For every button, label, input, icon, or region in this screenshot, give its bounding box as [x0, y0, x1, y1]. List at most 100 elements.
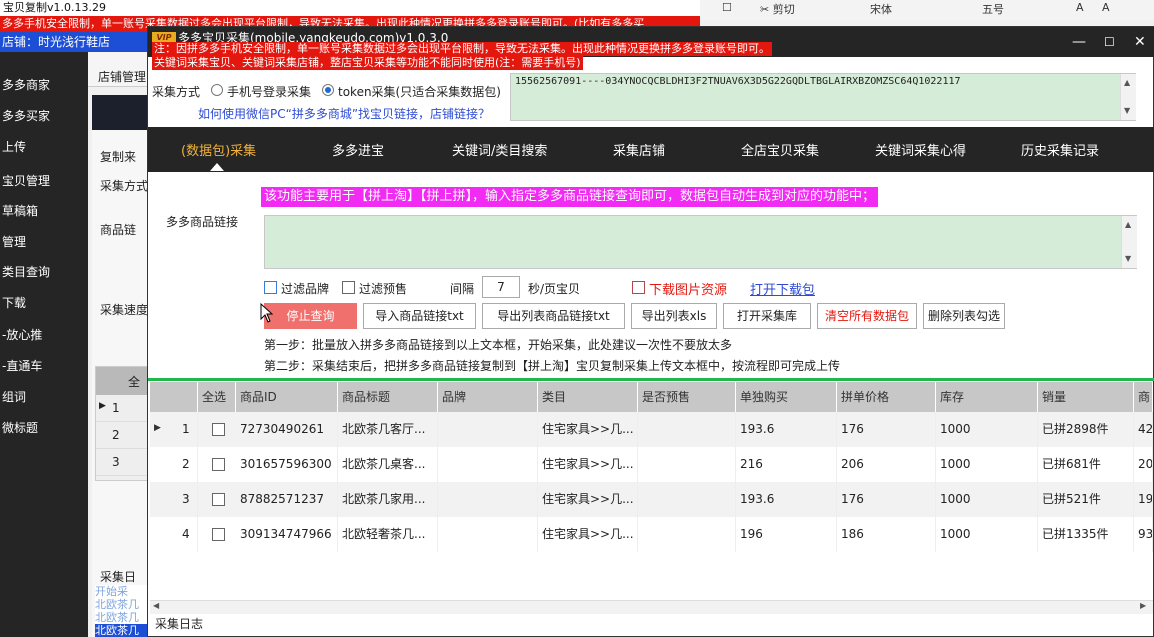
row-checkbox[interactable]	[212, 528, 225, 541]
row-number: 2	[178, 447, 198, 482]
tab-datapack-collect[interactable]: (数据包)采集	[181, 140, 256, 159]
word-size-select[interactable]: 五号	[982, 1, 1004, 17]
cell-sales: 已拼1335件	[1038, 517, 1134, 552]
clear-packs-button[interactable]: 清空所有数据包	[817, 303, 917, 329]
table-header[interactable]: 品牌	[438, 382, 538, 412]
row-pointer-icon: ▶	[154, 423, 161, 433]
cell-group-price: 186	[837, 517, 936, 552]
bg-sidebar-item[interactable]: 类目查询	[2, 263, 50, 280]
table-header[interactable]: 单独购买	[736, 382, 837, 412]
bg-sidebar-item[interactable]: 微标题	[2, 419, 38, 436]
filter-brand-checkbox[interactable]	[264, 281, 277, 294]
maximize-button[interactable]: ☐	[1104, 35, 1115, 49]
product-link-input[interactable]	[264, 215, 1137, 269]
bg-sidebar-item[interactable]: 宝贝管理	[2, 172, 50, 189]
cell-extra: 19	[1134, 482, 1153, 517]
scroll-left-icon[interactable]: ◀	[153, 601, 159, 610]
scroll-up-icon[interactable]: ▲	[1125, 220, 1131, 229]
word-toolbar: ☐ ✂ 剪切 宋体 五号 A A	[700, 0, 1154, 20]
bg-grid-row-num: 3	[112, 455, 120, 469]
close-button[interactable]: ✕	[1134, 35, 1146, 49]
tab-collect-shop[interactable]: 采集店铺	[613, 140, 665, 159]
radio-token-label[interactable]: token采集(只适合采集数据包)	[338, 83, 501, 100]
table-row[interactable]: 2	[96, 422, 149, 449]
tab-whole-shop[interactable]: 全店宝贝采集	[741, 140, 819, 159]
scroll-up-icon[interactable]: ▲	[1124, 78, 1130, 87]
bg-grid-row-num: 2	[112, 428, 120, 442]
link-scrollbar[interactable]: ▲ ▼	[1121, 216, 1137, 268]
cell-presale	[638, 412, 736, 447]
scroll-down-icon[interactable]: ▼	[1124, 106, 1130, 115]
word-shrink-font-button[interactable]: A	[1102, 1, 1110, 14]
bg-log-label: 采集日	[100, 570, 137, 584]
filter-presale-label[interactable]: 过滤预售	[359, 280, 407, 297]
tab-duoduo-jinbao[interactable]: 多多进宝	[332, 140, 384, 159]
table-row[interactable]: 3	[96, 449, 149, 476]
scroll-right-icon[interactable]: ▶	[1140, 601, 1146, 610]
cell-product-id: 87882571237	[236, 482, 338, 517]
bg-log-line: 开始采	[95, 585, 128, 598]
wechat-help-link[interactable]: 如何使用微信PC“拼多多商城”找宝贝链接，店铺链接？	[198, 105, 490, 122]
bg-sidebar-item[interactable]: 上传	[2, 138, 26, 155]
minimize-button[interactable]: —	[1072, 35, 1086, 49]
word-cut-button[interactable]: ✂ 剪切	[760, 1, 795, 17]
delete-checked-button[interactable]: 删除列表勾选	[923, 303, 1005, 329]
table-header[interactable]: 商品ID	[236, 382, 338, 412]
interval-input[interactable]: 7	[482, 276, 520, 298]
filter-presale-checkbox[interactable]	[342, 281, 355, 294]
table-row[interactable]: 2 301657596300 北欧茶几桌客... 住宅家具>>几... 216 …	[150, 447, 1153, 482]
bg-sidebar-item[interactable]: 下载	[2, 294, 26, 311]
table-header[interactable]: 库存	[936, 382, 1038, 412]
bg-sidebar-item[interactable]: -直通车	[2, 357, 42, 374]
export-links-button[interactable]: 导出列表商品链接txt	[482, 303, 625, 329]
table-header[interactable]: 商品标题	[338, 382, 438, 412]
row-checkbox[interactable]	[212, 423, 225, 436]
word-copy-icon[interactable]: ☐	[722, 1, 732, 14]
table-header[interactable]: 商	[1134, 382, 1153, 412]
stop-query-button[interactable]: 停止查询	[264, 303, 357, 329]
bg-tab-shop-manage[interactable]: 店铺管理	[98, 68, 146, 85]
bg-window-title: 宝贝复制v1.0.13.29	[0, 0, 700, 16]
bg-sidebar-item[interactable]: 草稿箱	[2, 202, 38, 219]
table-header[interactable]: 拼单价格	[837, 382, 936, 412]
bg-sidebar-item[interactable]: -放心推	[2, 326, 42, 343]
filter-brand-label[interactable]: 过滤品牌	[281, 280, 329, 297]
row-checkbox[interactable]	[212, 493, 225, 506]
table-header[interactable]: 是否预售	[638, 382, 736, 412]
token-input[interactable]: 15562567091----034YNOCQCBLDHI3F2TNUAV6X3…	[510, 73, 1136, 121]
tab-keyword-search[interactable]: 关键词/类目搜索	[452, 140, 547, 159]
download-images-label[interactable]: 下载图片资源	[649, 279, 727, 298]
scroll-down-icon[interactable]: ▼	[1125, 254, 1131, 263]
radio-phone-login[interactable]	[211, 84, 223, 96]
token-scrollbar[interactable]: ▲ ▼	[1120, 74, 1136, 120]
cell-title: 北欧茶几桌客...	[338, 447, 438, 482]
radio-token[interactable]	[322, 84, 334, 96]
bg-grid-row-num: 1	[112, 401, 120, 415]
open-download-link[interactable]: 打开下载包	[750, 279, 815, 298]
bg-sidebar-item[interactable]: 组词	[2, 388, 26, 405]
word-font-select[interactable]: 宋体	[870, 1, 892, 17]
table-horizontal-scrollbar[interactable]: ◀ ▶	[150, 600, 1153, 614]
cell-title: 北欧轻奢茶几...	[338, 517, 438, 552]
table-row[interactable]: 3 87882571237 北欧茶几家用... 住宅家具>>几... 193.6…	[150, 482, 1153, 517]
open-library-button[interactable]: 打开采集库	[723, 303, 811, 329]
bg-sidebar-item[interactable]: 多多商家	[2, 76, 50, 93]
table-row[interactable]: ▶ 1	[96, 395, 149, 422]
download-images-checkbox[interactable]	[632, 281, 645, 294]
tab-history[interactable]: 历史采集记录	[1021, 140, 1099, 159]
export-xls-button[interactable]: 导出列表xls	[631, 303, 717, 329]
interval-label: 间隔	[450, 282, 475, 296]
table-header[interactable]: 销量	[1038, 382, 1134, 412]
tab-keyword-tips[interactable]: 关键词采集心得	[875, 140, 966, 159]
cell-title: 北欧茶几家用...	[338, 482, 438, 517]
row-checkbox[interactable]	[212, 458, 225, 471]
word-grow-font-button[interactable]: A	[1076, 1, 1084, 14]
import-links-button[interactable]: 导入商品链接txt	[363, 303, 476, 329]
bg-sidebar-item[interactable]: 多多买家	[2, 107, 50, 124]
table-row[interactable]: ▶ 1 72730490261 北欧茶几客厅... 住宅家具>>几... 193…	[150, 412, 1153, 447]
radio-phone-login-label[interactable]: 手机号登录采集	[227, 83, 311, 100]
table-row[interactable]: 4 309134747966 北欧轻奢茶几... 住宅家具>>几... 196 …	[150, 517, 1153, 552]
table-header-select-all[interactable]: 全选	[198, 382, 236, 412]
bg-sidebar-item[interactable]: 管理	[2, 233, 26, 250]
table-header[interactable]: 类目	[538, 382, 638, 412]
